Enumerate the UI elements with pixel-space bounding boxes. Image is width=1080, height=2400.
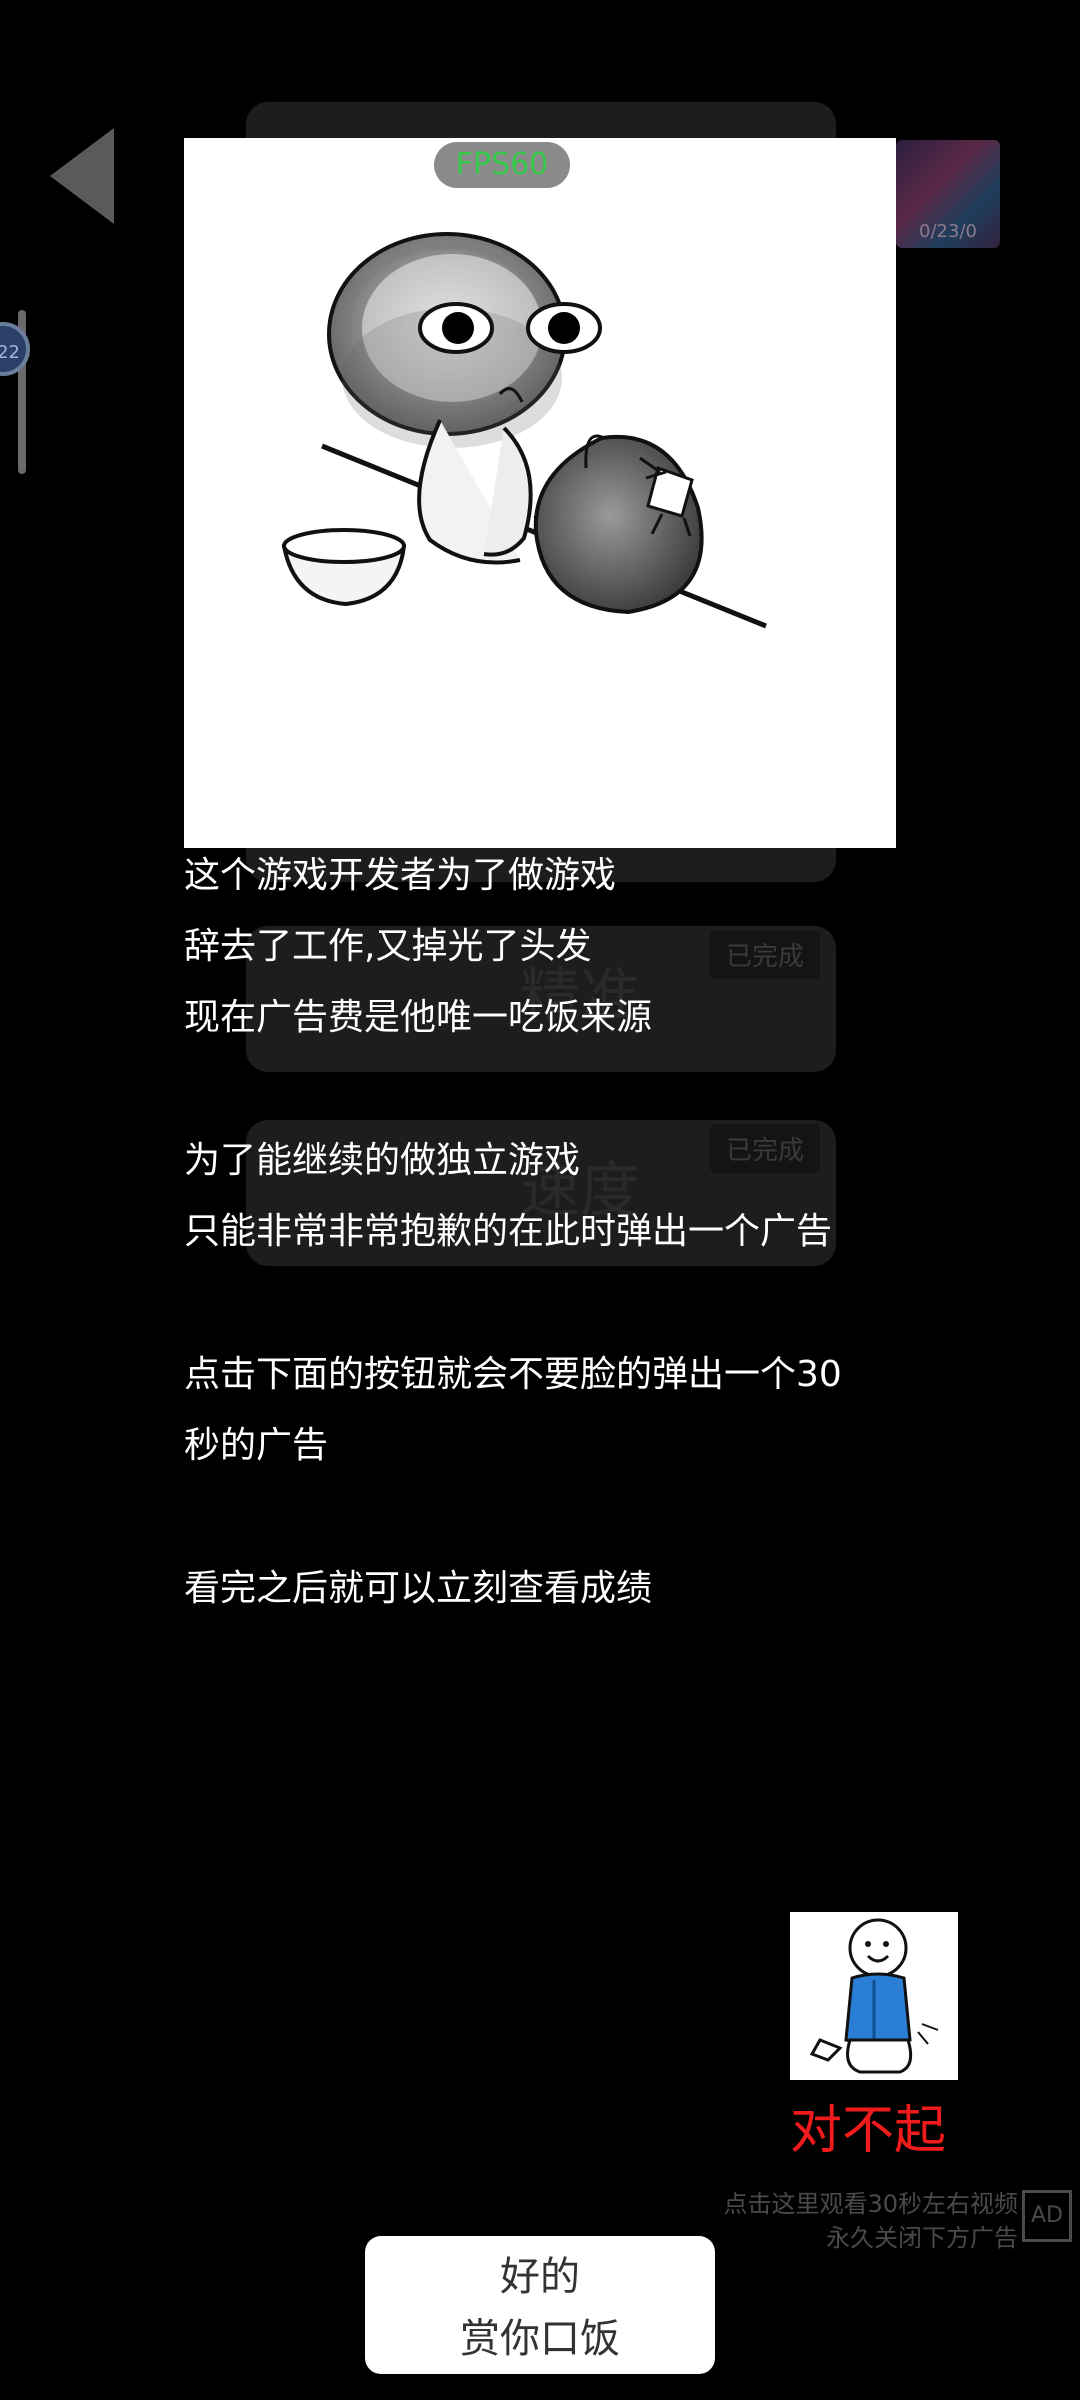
watch-ad-ok-button[interactable]: 好的 赏你口饭 [365, 2236, 715, 2374]
completed-badge: 已完成 [710, 1124, 821, 1173]
ok-button-line2: 赏你口饭 [460, 2316, 620, 2362]
ok-button-line1: 好的 [500, 2254, 580, 2300]
message-line: 辞去了工作,又掉光了头发 [184, 926, 592, 967]
message-line: 只能非常非常抱歉的在此时弹出一个广告 [184, 1211, 833, 1252]
remove-ads-link[interactable]: 点击这里观看30秒左右视频 [723, 2184, 1018, 2219]
fps-indicator: FPS60 [434, 142, 570, 188]
message-line: 这个游戏开发者为了做游戏 [184, 855, 617, 896]
message-line: 看完之后就可以立刻查看成绩 [184, 1568, 653, 1609]
message-line: 为了能继续的做独立游戏 [184, 1140, 581, 1181]
remove-ads-link-line2[interactable]: 永久关闭下方广告 [826, 2218, 1018, 2253]
game-thumbnail[interactable]: 0/23/0 [896, 140, 1000, 248]
beggar-illustration [184, 138, 896, 848]
sorry-text: 对不起 [789, 2101, 946, 2161]
no-ads-icon[interactable]: AD [1022, 2190, 1072, 2242]
message-line: 秒的广告 [184, 1425, 329, 1466]
thumbnail-label: 0/23/0 [919, 221, 977, 242]
message-line: 现在广告费是他唯一吃饭来源 [184, 997, 653, 1038]
completed-badge: 已完成 [710, 930, 821, 979]
apology-kneeling-illustration [790, 1912, 958, 2080]
back-arrow-icon[interactable] [50, 128, 114, 224]
message-line: 点击下面的按钮就会不要脸的弹出一个30 [184, 1354, 842, 1395]
